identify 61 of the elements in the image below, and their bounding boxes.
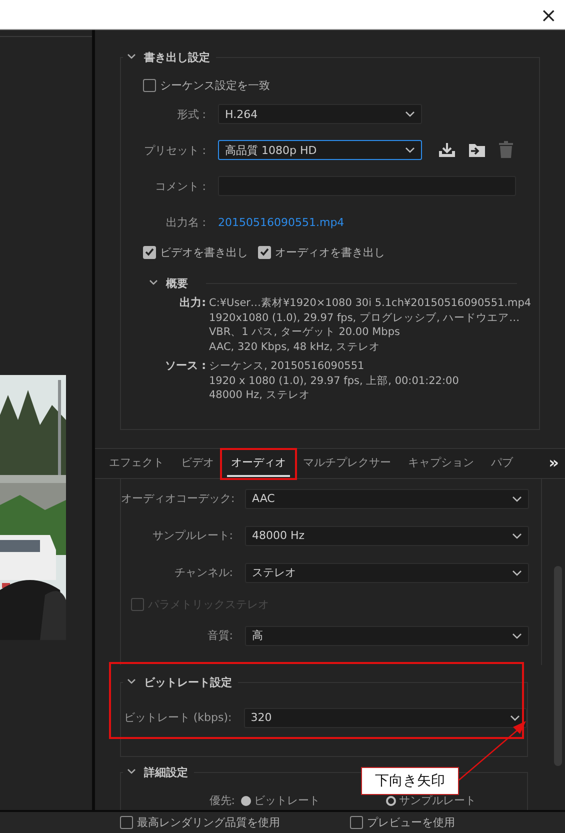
summary-text: VBR、1 パス, ターゲット 20.00 Mbps [209, 325, 401, 340]
more-tabs-button[interactable]: » [542, 453, 565, 474]
checkbox-label: ビデオを書き出し [160, 244, 248, 260]
checkbox-label: シーケンス設定を一致 [160, 78, 270, 92]
section-title: ビットレート設定 [144, 675, 232, 690]
checkbox-label: プレビューを使用 [367, 815, 455, 830]
field-label: チャンネル: [173, 565, 234, 580]
dropdown[interactable]: 高品質 1080p HD [218, 140, 422, 160]
summary-text: AAC, 320 Kbps, 48 kHz, ステレオ [209, 340, 382, 354]
callout-arrow [458, 721, 526, 780]
checkbox-label: 最高レンダリング品質を使用 [137, 815, 280, 830]
field-label: 出力名 : [164, 214, 207, 230]
field-label: プリセット : [142, 142, 207, 158]
field-label: サンプルレート: [151, 528, 234, 543]
tab[interactable]: キャプション [404, 450, 478, 476]
summary-text: 1920x1080 (1.0), 29.97 fps, プログレッシブ, ハードウエア… [209, 310, 521, 325]
summary-text: C:¥User…素材¥1920×1080 30i 5.1ch¥20150516090551.mp4 [209, 296, 532, 310]
folder-import-icon[interactable] [468, 142, 486, 158]
caret-icon [512, 496, 522, 502]
radio-button[interactable]: ビットレート [241, 793, 320, 808]
caret-icon [512, 570, 522, 576]
summary-text: 1920 x 1080 (1.0), 29.97 fps, 上部, 00:01:22:00 [209, 374, 459, 388]
caret-icon [512, 632, 522, 638]
field-label: オーディオコーデック: [121, 491, 236, 506]
checkbox[interactable] [143, 78, 156, 92]
field-label: 優先: [208, 793, 236, 808]
tab[interactable]: オーディオ [227, 450, 290, 476]
summary-text: 48000 Hz, ステレオ [209, 388, 311, 402]
checkbox[interactable] [350, 816, 363, 829]
file-name-link[interactable]: 20150516090551.mp4 [218, 216, 344, 228]
checkbox[interactable] [143, 246, 156, 258]
callout-label: 下向き矢印 [361, 767, 459, 795]
close-button[interactable]: × [532, 2, 565, 26]
summary-text: シーケンス, 20150516090551 [209, 359, 366, 374]
dropdown[interactable]: 48000 Hz [245, 526, 529, 546]
caret-icon [510, 714, 520, 720]
section-title: 詳細設定 [144, 765, 188, 780]
caret-icon [512, 532, 522, 538]
tab[interactable]: パブ [487, 450, 517, 476]
tab[interactable]: マルチプレクサー [299, 450, 395, 476]
checkbox-label: オーディオを書き出し [275, 244, 385, 260]
checkbox[interactable] [258, 246, 271, 258]
caret-icon [405, 111, 415, 117]
summary-label: ソース : [164, 359, 207, 374]
dropdown[interactable]: 320 [244, 708, 527, 728]
field-label: ビットレート (kbps): [122, 710, 233, 725]
save-preset-icon[interactable] [438, 142, 456, 158]
field-label: 形式 : [176, 106, 207, 122]
dropdown[interactable]: H.264 [218, 104, 422, 124]
dropdown[interactable]: ステレオ [245, 562, 529, 582]
field-label: コメント : [154, 178, 207, 194]
dropdown[interactable]: 高 [245, 626, 529, 646]
summary-label: 出力: [178, 296, 207, 311]
section-title: 概要 [166, 276, 188, 291]
section-title: 書き出し設定 [144, 50, 210, 65]
checkbox[interactable] [120, 816, 133, 829]
field-label: 音質: [206, 628, 234, 643]
tab[interactable]: ビデオ [177, 450, 218, 476]
tab[interactable]: エフェクト [105, 450, 168, 476]
dropdown[interactable]: AAC [245, 488, 529, 508]
caret-icon [405, 147, 415, 153]
